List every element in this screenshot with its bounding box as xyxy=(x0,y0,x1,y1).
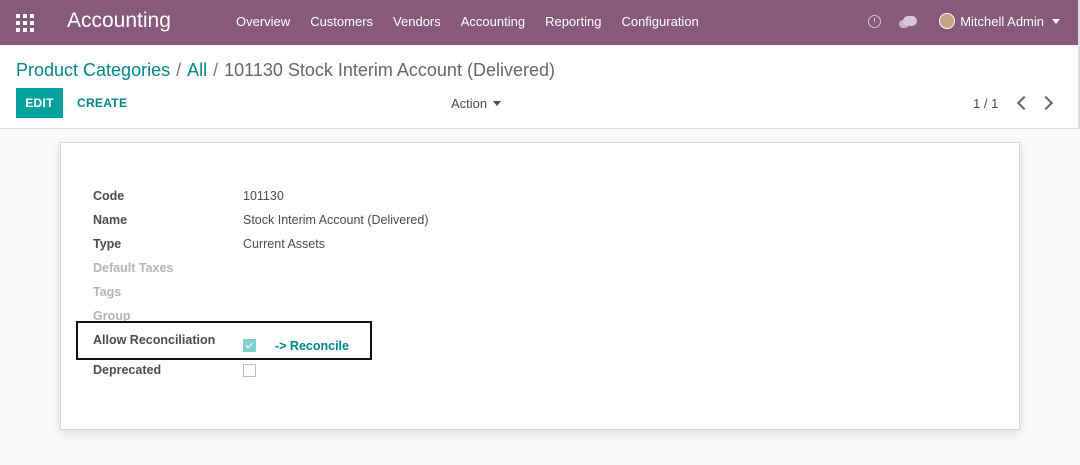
edit-button[interactable]: EDIT xyxy=(16,88,63,118)
app-title[interactable]: Accounting xyxy=(67,9,171,33)
field-value-type[interactable]: Current Assets xyxy=(243,237,325,251)
chevron-right-icon[interactable] xyxy=(1038,95,1054,111)
breadcrumb-separator: / xyxy=(213,60,219,80)
chevron-down-icon[interactable] xyxy=(1052,18,1060,24)
pager-value[interactable]: 1 / 1 xyxy=(973,96,998,111)
chevron-down-icon xyxy=(493,101,502,106)
menu-item-accounting[interactable]: Accounting xyxy=(461,14,525,29)
field-label-type: Type xyxy=(93,237,122,251)
top-navbar: Accounting Overview Customers Vendors Ac… xyxy=(0,0,1080,45)
field-label-deprecated: Deprecated xyxy=(93,363,162,377)
menu-item-reporting[interactable]: Reporting xyxy=(545,14,601,29)
create-button[interactable]: CREATE xyxy=(77,96,127,110)
breadcrumb-product-categories[interactable]: Product Categories xyxy=(16,60,170,80)
field-label-name: Name xyxy=(93,213,128,227)
action-label: Action xyxy=(451,96,488,111)
clock-icon[interactable] xyxy=(868,14,882,28)
control-panel: Product Categories / All/101130 Stock Inte… xyxy=(0,46,1080,129)
field-value-code: 101130 xyxy=(243,189,284,203)
deprecated-checkbox[interactable] xyxy=(243,364,256,377)
menu-item-customers[interactable]: Customers xyxy=(310,14,373,29)
navbar-right: Mitchell Admin xyxy=(868,13,1060,29)
form-sheet: Code 101130 Name Stock Interim Account (… xyxy=(60,142,1020,430)
field-label-code: Code xyxy=(93,189,125,203)
field-label-default-taxes: Default Taxes xyxy=(93,261,174,275)
chat-icon[interactable] xyxy=(899,16,918,28)
main-menu: Overview Customers Vendors Accounting Re… xyxy=(236,14,719,29)
breadcrumb-separator: / xyxy=(176,60,182,80)
chevron-left-icon[interactable] xyxy=(1016,95,1032,111)
menu-item-overview[interactable]: Overview xyxy=(236,14,290,29)
field-value-name: Stock Interim Account (Delivered) xyxy=(243,213,429,227)
breadcrumb: Product Categories / All/101130 Stock Inte… xyxy=(16,60,555,81)
breadcrumb-current: 101130 Stock Interim Account (Delivered) xyxy=(224,60,555,80)
highlight-annotation-box xyxy=(76,321,372,360)
action-dropdown[interactable]: Action xyxy=(451,96,502,111)
field-label-tags: Tags xyxy=(93,285,122,299)
menu-item-vendors[interactable]: Vendors xyxy=(393,14,441,29)
avatar[interactable] xyxy=(939,13,956,29)
apps-grid-icon[interactable] xyxy=(16,14,34,32)
menu-item-configuration[interactable]: Configuration xyxy=(621,14,698,29)
user-menu-label[interactable]: Mitchell Admin xyxy=(960,14,1044,29)
breadcrumb-all[interactable]: All xyxy=(187,60,207,80)
